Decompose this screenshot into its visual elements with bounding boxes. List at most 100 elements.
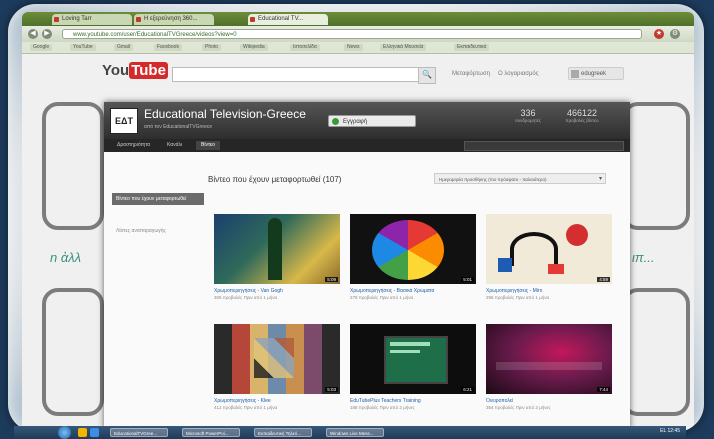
taskbar-task[interactable]: EducationalTVGree... xyxy=(110,428,168,437)
youtube-page: n ἀλλ ιπ... You Tube 🔍 Μεταφόρτωση Ο λογα… xyxy=(22,54,694,430)
screen-text-shape xyxy=(390,342,430,346)
bookmark-star-icon[interactable]: ★ xyxy=(654,29,664,39)
background-doodle xyxy=(42,102,104,230)
sidebar-item-uploads[interactable]: Βίντεο που έχουν μεταφορτωθεί xyxy=(112,193,204,205)
ie-icon[interactable] xyxy=(90,428,99,437)
video-meta: 305 προβολές Πριν από 1 μήνα xyxy=(214,295,278,300)
screen-frame: Loving Tarr Η εξερεύνηση 360... Educatio… xyxy=(8,4,704,432)
favicon-icon xyxy=(136,17,141,22)
video-duration: 7:44 xyxy=(597,387,610,392)
bookmark[interactable]: Εκπαιδευτικά xyxy=(454,44,490,51)
tab-videos[interactable]: Βίντεο xyxy=(196,141,220,150)
logo-you: You xyxy=(102,62,130,79)
logo-tube: Tube xyxy=(129,62,168,79)
taskbar-task[interactable]: Microsoft PowerPoi... xyxy=(182,428,240,437)
tab-label: Loving Tarr xyxy=(62,16,92,22)
video-thumbnail[interactable]: 6:21 xyxy=(350,324,476,394)
bookmark[interactable]: Ελληνικά Μουσεία xyxy=(380,44,427,51)
user-menu[interactable]: edugreek xyxy=(568,67,624,80)
video-title[interactable]: Χρωμοπεριηγήσεις - Βασικά Χρώματα xyxy=(350,288,476,294)
account-link[interactable]: Ο λογαριασμός xyxy=(498,71,539,77)
video-thumbnail[interactable]: 5:03 xyxy=(214,324,340,394)
explorer-icon[interactable] xyxy=(78,428,87,437)
bookmark[interactable]: Google xyxy=(30,44,53,51)
video-card[interactable]: 5:09 Χρωμοπεριηγήσεις - Van Gogh 305 προ… xyxy=(214,214,340,300)
stat-value: 466122 xyxy=(566,108,598,118)
channel-header: EΔT Educational Television-Greece από το… xyxy=(104,102,630,139)
video-thumbnail[interactable]: 5:01 xyxy=(350,214,476,284)
bookmark[interactable]: Ιστοσελίδα xyxy=(290,44,320,51)
bookmark[interactable]: Facebook xyxy=(154,44,182,51)
video-card[interactable]: 4:59 Χρωμοπεριηγήσεις - Miro 296 προβολέ… xyxy=(486,214,612,300)
video-meta: 278 προβολές Πριν από 1 μήνα xyxy=(350,295,414,300)
screen-text-shape xyxy=(390,350,420,353)
video-thumbnail[interactable]: 4:59 xyxy=(486,214,612,284)
url-field[interactable]: www.youtube.com/user/EducationalTVGreece… xyxy=(62,29,642,39)
search-input[interactable] xyxy=(172,67,420,82)
taskbar-task[interactable]: Windows Live Mess... xyxy=(326,428,384,437)
tab-activity[interactable]: Δραστηριότητα xyxy=(112,141,155,150)
tab-label: Educational TV... xyxy=(258,16,304,22)
blue-shape xyxy=(498,258,512,272)
start-button[interactable] xyxy=(58,426,71,439)
bookmark[interactable]: Photo xyxy=(202,44,222,51)
video-title[interactable]: Χρωμοπεριηγήσεις - Miro xyxy=(486,288,612,294)
channel-title[interactable]: Educational Television-Greece xyxy=(144,107,306,121)
stat-label: προβολές βίντεο xyxy=(565,118,599,123)
video-thumbnail[interactable]: 7:44 xyxy=(486,324,612,394)
video-title[interactable]: Χρωμοπεριηγήσεις - Klee xyxy=(214,398,340,404)
browser-tab[interactable]: Loving Tarr xyxy=(52,14,132,25)
wrench-icon[interactable]: ⚙ xyxy=(670,29,680,39)
video-meta: 296 προβολές Πριν από 1 μήνα xyxy=(486,295,550,300)
subscribe-button[interactable]: Εγγραφή xyxy=(328,115,416,127)
channel-subtitle: από τον EducationalTVGreece xyxy=(144,124,213,130)
video-title[interactable]: EduTubePlus Teachers Training xyxy=(350,398,476,404)
sidebar-item-playlists[interactable]: Λίστες αναπαραγωγής xyxy=(112,225,204,237)
video-title[interactable]: Ονειροπολεί xyxy=(486,398,612,404)
stat-label: συνδρομητές xyxy=(514,118,542,123)
bookmark[interactable]: YouTube xyxy=(70,44,96,51)
background-doodle xyxy=(622,102,690,230)
color-wheel-shape xyxy=(372,220,444,280)
bookmark[interactable]: Gmail xyxy=(114,44,134,51)
upload-link[interactable]: Μεταφόρτωση xyxy=(452,71,490,77)
background-text: n ἀλλ xyxy=(50,250,82,265)
back-icon[interactable]: ◀ xyxy=(28,29,38,39)
channel-avatar[interactable]: EΔT xyxy=(110,108,138,134)
browser-tabbar: Loving Tarr Η εξερεύνηση 360... Educatio… xyxy=(22,12,694,26)
cypress-shape xyxy=(268,218,282,280)
stat-value: 336 xyxy=(520,108,536,118)
red-circle-shape xyxy=(566,224,588,246)
video-card[interactable]: 5:03 Χρωμοπεριηγήσεις - Klee 412 προβολέ… xyxy=(214,324,340,410)
youtube-logo[interactable]: You Tube xyxy=(102,62,168,79)
views-stat: 466122 προβολές βίντεο xyxy=(560,108,604,123)
video-meta: 412 προβολές Πριν από 1 μήνα xyxy=(214,405,278,410)
abstract-inner-shape xyxy=(254,338,294,378)
bookmark[interactable]: Wikipedia xyxy=(240,44,268,51)
background-doodle xyxy=(622,288,690,416)
background-doodle xyxy=(42,288,104,416)
bookmark[interactable]: News xyxy=(344,44,363,51)
taskbar-task[interactable]: Εκπαιδευτική Τηλεό... xyxy=(254,428,312,437)
video-card[interactable]: 6:21 EduTubePlus Teachers Training 188 π… xyxy=(350,324,476,410)
video-thumbnail[interactable]: 5:09 xyxy=(214,214,340,284)
tab-channel[interactable]: Κανάλι xyxy=(162,141,187,150)
tab-label: Η εξερεύνηση 360... xyxy=(144,16,198,22)
video-meta: 188 προβολές Πριν από 2 μήνες xyxy=(350,405,415,410)
video-card[interactable]: 5:01 Χρωμοπεριηγήσεις - Βασικά Χρώματα 2… xyxy=(350,214,476,300)
channel-panel: EΔT Educational Television-Greece από το… xyxy=(104,102,630,430)
sort-dropdown[interactable]: Ημερομηνία προσθήκης (πιο πρόσφατο - παλ… xyxy=(434,173,606,184)
video-title[interactable]: Χρωμοπεριηγήσεις - Van Gogh xyxy=(214,288,340,294)
search-icon: 🔍 xyxy=(422,70,432,79)
video-duration: 6:21 xyxy=(461,387,474,392)
browser-tab-active[interactable]: Educational TV... xyxy=(248,14,328,25)
video-card[interactable]: 7:44 Ονειροπολεί 354 προβολές Πριν από 2… xyxy=(486,324,612,410)
video-duration: 4:59 xyxy=(597,277,610,282)
channel-search-input[interactable] xyxy=(464,141,624,151)
forward-icon[interactable]: ▶ xyxy=(42,29,52,39)
favicon-icon xyxy=(250,17,255,22)
bookmarks-bar: Google YouTube Gmail Facebook Photo Wiki… xyxy=(22,42,694,54)
system-clock[interactable]: EL 12:45 xyxy=(660,428,680,434)
browser-tab[interactable]: Η εξερεύνηση 360... xyxy=(134,14,214,25)
search-button[interactable]: 🔍 xyxy=(418,67,436,84)
